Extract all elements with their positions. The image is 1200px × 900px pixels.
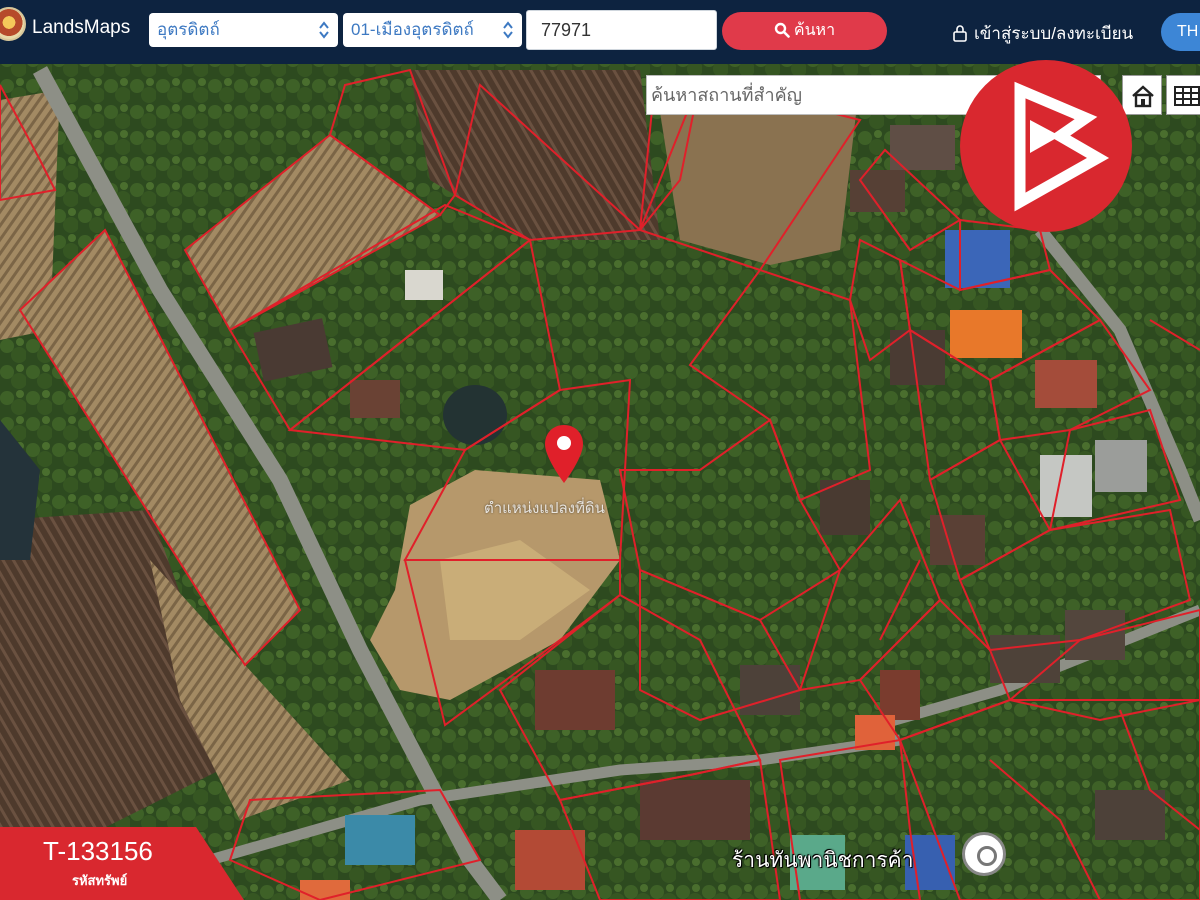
listing-code: T-133156 <box>43 836 153 866</box>
parcel-number-input[interactable] <box>526 10 717 50</box>
province-select[interactable]: อุตรดิตถ์ <box>149 13 338 47</box>
layer-grid-button[interactable] <box>1166 75 1200 115</box>
brand-logo-badge <box>960 60 1132 232</box>
search-button[interactable]: ค้นหา <box>722 12 887 50</box>
district-select-value: 01-เมืองอุตรดิตถ์ <box>351 20 474 39</box>
home-icon <box>1132 85 1154 108</box>
poi-shop-label: ร้านทันพานิชการค้า <box>732 849 914 872</box>
select-arrows-icon <box>319 21 329 39</box>
department-seal-icon <box>0 7 26 41</box>
place-icon[interactable] <box>962 832 1006 876</box>
select-arrows-icon <box>503 21 513 39</box>
login-register-label: เข้าสู่ระบบ/ลงทะเบียน <box>974 24 1134 43</box>
province-select-value: อุตรดิตถ์ <box>157 20 220 39</box>
top-navigation-bar: LandsMaps อุตรดิตถ์ 01-เมืองอุตรดิตถ์ ค้… <box>0 0 1200 64</box>
district-select[interactable]: 01-เมืองอุตรดิตถ์ <box>343 13 522 47</box>
app-name: LandsMaps <box>32 17 131 38</box>
parcel-location-label: ตำแหน่งแปลงที่ดิน <box>484 500 605 517</box>
lock-icon <box>953 25 967 42</box>
language-toggle[interactable]: TH <box>1161 13 1200 51</box>
brand-logo-icon <box>1014 81 1110 212</box>
search-button-label: ค้นหา <box>793 22 836 39</box>
search-icon <box>774 22 790 38</box>
grid-icon <box>1174 86 1200 106</box>
listing-code-caption: รหัสทรัพย์ <box>72 873 128 888</box>
login-register-link[interactable]: เข้าสู่ระบบ/ลงทะเบียน <box>952 20 1133 47</box>
location-pin-icon <box>545 425 583 483</box>
